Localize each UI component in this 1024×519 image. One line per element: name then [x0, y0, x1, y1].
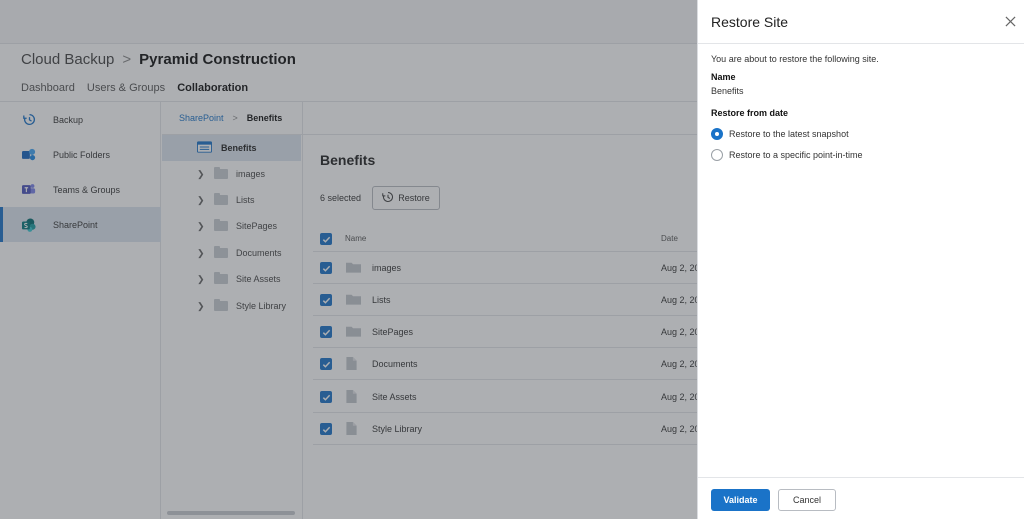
radio-button-selected[interactable] — [711, 128, 723, 140]
panel-title: Restore Site — [711, 14, 789, 30]
modal-overlay[interactable] — [0, 0, 697, 519]
radio-latest-snapshot[interactable]: Restore to the latest snapshot — [711, 128, 849, 140]
restore-site-panel: Restore Site You are about to restore th… — [697, 0, 1024, 519]
panel-intro: You are about to restore the following s… — [711, 54, 879, 64]
radio-label: Restore to a specific point-in-time — [729, 150, 863, 160]
restore-date-label: Restore from date — [711, 108, 789, 118]
name-value: Benefits — [711, 86, 744, 96]
radio-label: Restore to the latest snapshot — [729, 129, 849, 139]
radio-button[interactable] — [711, 149, 723, 161]
name-label: Name — [711, 72, 736, 82]
close-icon — [1004, 15, 1016, 27]
panel-header: Restore Site — [698, 0, 1024, 44]
close-button[interactable] — [1003, 14, 1017, 28]
panel-footer: Validate Cancel — [698, 477, 1024, 519]
validate-button[interactable]: Validate — [711, 489, 770, 511]
radio-point-in-time[interactable]: Restore to a specific point-in-time — [711, 149, 863, 161]
cancel-button[interactable]: Cancel — [778, 489, 836, 511]
